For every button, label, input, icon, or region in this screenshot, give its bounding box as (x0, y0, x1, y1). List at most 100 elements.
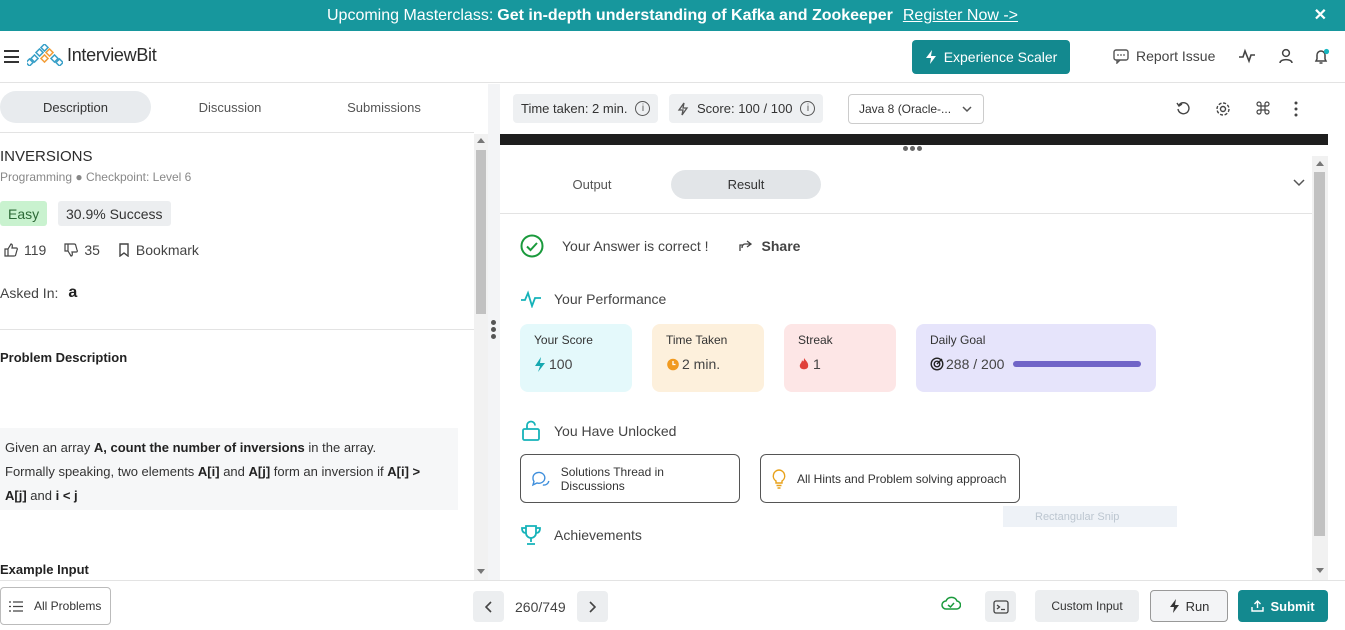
hints-approach-label: All Hints and Problem solving approach (797, 471, 1007, 486)
editor-toolbar: Time taken: 2 min. i Score: 100 / 100 i … (500, 84, 1345, 134)
tab-output[interactable]: Output (542, 170, 642, 199)
problem-subtitle: Programming ● Checkpoint: Level 6 (0, 170, 192, 184)
desc-bold: A[j] (248, 464, 271, 479)
tab-discussion[interactable]: Discussion (180, 91, 280, 123)
info-icon[interactable]: i (800, 101, 816, 116)
upvote-button[interactable]: 119 (4, 242, 46, 258)
time-card-value: 2 min. (682, 356, 721, 372)
success-rate-badge: 30.9% Success (58, 201, 171, 226)
user-profile-icon[interactable] (1278, 48, 1294, 64)
score-pill: Score: 100 / 100 i (669, 94, 824, 123)
bolt-icon (925, 50, 936, 64)
chevron-down-icon (962, 106, 972, 113)
resize-handle-icon[interactable] (903, 146, 924, 151)
left-scroll-thumb[interactable] (476, 150, 486, 314)
all-problems-button[interactable]: All Problems (0, 587, 111, 625)
tab-submissions[interactable]: Submissions (334, 91, 434, 123)
solutions-thread-link[interactable]: Solutions Thread in Discussions (520, 454, 740, 503)
result-panel: Output Result Your Answer is correct ! S… (500, 156, 1312, 580)
page-counter: 260/749 (515, 598, 566, 615)
problem-statement: Given an array A, count the number of in… (0, 428, 458, 510)
unlock-icon (522, 420, 540, 441)
hints-approach-link[interactable]: All Hints and Problem solving approach (760, 454, 1020, 503)
bolt-icon (535, 356, 545, 372)
hamburger-menu-icon[interactable] (4, 50, 19, 63)
split-gutter[interactable] (488, 84, 500, 580)
desc-bold: A[i] (197, 464, 220, 479)
performance-heading-text: Your Performance (554, 291, 667, 307)
info-icon[interactable]: i (635, 101, 651, 116)
next-problem-button[interactable] (576, 591, 608, 622)
right-scroll-thumb[interactable] (1314, 172, 1325, 536)
desc-text: Formally speaking, two elements (5, 464, 198, 479)
unlocked-heading: You Have Unlocked (520, 420, 676, 442)
chevron-left-icon (484, 600, 492, 613)
banner-prefix: Upcoming Masterclass: (326, 6, 494, 24)
custom-input-button[interactable]: Custom Input (1035, 590, 1139, 622)
code-editor[interactable] (500, 134, 1328, 145)
report-issue-button[interactable]: Report Issue (1113, 48, 1215, 64)
time-card: Time Taken 2 min. (652, 324, 764, 392)
time-card-label: Time Taken (666, 333, 728, 347)
run-button[interactable]: Run (1150, 590, 1228, 622)
section-divider (0, 329, 474, 330)
problem-panel: INVERSIONS Programming ● Checkpoint: Lev… (0, 134, 474, 580)
all-problems-label: All Problems (34, 599, 102, 613)
settings-gear-icon[interactable] (1215, 101, 1231, 117)
list-icon (9, 600, 23, 612)
close-banner-button[interactable]: ✕ (1314, 5, 1327, 25)
tab-result[interactable]: Result (671, 170, 821, 199)
output-tabs: Output Result (500, 156, 1312, 214)
bookmark-button[interactable]: Bookmark (118, 242, 199, 258)
bottom-bar: All Problems 260/749 Custom Input Run Su… (0, 580, 1345, 630)
language-select[interactable]: Java 8 (Oracle-... (848, 94, 984, 124)
score-card-label: Your Score (534, 333, 593, 347)
asked-in-label: Asked In: (0, 285, 59, 301)
cloud-saved-icon[interactable] (941, 595, 961, 611)
problem-tabs: Description Discussion Submissions (0, 84, 474, 133)
downvote-button[interactable]: 35 (64, 242, 100, 258)
chevron-down-icon[interactable] (1292, 178, 1306, 188)
daily-goal-value: 288 / 200 (946, 356, 1005, 372)
notification-bell-icon[interactable] (1313, 48, 1331, 65)
share-label: Share (761, 238, 801, 254)
solutions-thread-label: Solutions Thread in Discussions (560, 464, 664, 493)
reset-code-icon[interactable] (1176, 101, 1191, 116)
activity-pulse-icon[interactable] (1238, 48, 1256, 64)
dislikes-count: 35 (84, 242, 100, 258)
left-scrollbar[interactable] (474, 134, 488, 580)
share-icon (738, 240, 752, 251)
problem-pager: 260/749 (473, 591, 608, 622)
prev-problem-button[interactable] (473, 591, 504, 622)
desc-text: Given an array (5, 440, 94, 455)
terminal-button[interactable] (985, 591, 1016, 622)
interviewbit-logo[interactable]: InterviewBit (27, 44, 157, 66)
experience-scaler-button[interactable]: Experience Scaler (912, 40, 1070, 74)
more-options-icon[interactable] (1293, 101, 1299, 117)
terminal-icon (992, 599, 1009, 614)
bolt-icon (1169, 599, 1179, 613)
amazon-logo-icon[interactable]: a (68, 284, 77, 302)
streak-card-label: Streak (798, 333, 833, 347)
share-button[interactable]: Share (738, 238, 801, 254)
score-separator: / (763, 101, 768, 116)
snip-overlay: Rectangular Snip (1003, 506, 1177, 527)
top-navbar: InterviewBit Experience Scaler Report Is… (0, 31, 1345, 83)
problem-description-heading: Problem Description (0, 350, 128, 365)
banner-headline: Get in-depth understanding of Kafka and … (497, 6, 893, 24)
right-scrollbar[interactable] (1312, 156, 1328, 580)
register-now-link[interactable]: Register Now -> (903, 7, 1018, 25)
tab-description[interactable]: Description (0, 91, 151, 123)
thumbs-down-icon (64, 243, 79, 257)
vote-bar: 119 35 Bookmark (4, 242, 217, 258)
answer-status: Your Answer is correct ! Share (520, 234, 800, 258)
desc-text: and (26, 488, 56, 503)
performance-heading: Your Performance (520, 290, 666, 308)
logo-mark-icon (27, 44, 63, 66)
daily-goal-label: Daily Goal (930, 333, 986, 347)
trophy-icon (521, 525, 541, 545)
thumbs-up-icon (4, 243, 18, 257)
command-shortcuts-icon[interactable] (1256, 101, 1270, 115)
submit-button[interactable]: Submit (1238, 590, 1328, 622)
drag-handle-icon[interactable] (491, 320, 496, 341)
